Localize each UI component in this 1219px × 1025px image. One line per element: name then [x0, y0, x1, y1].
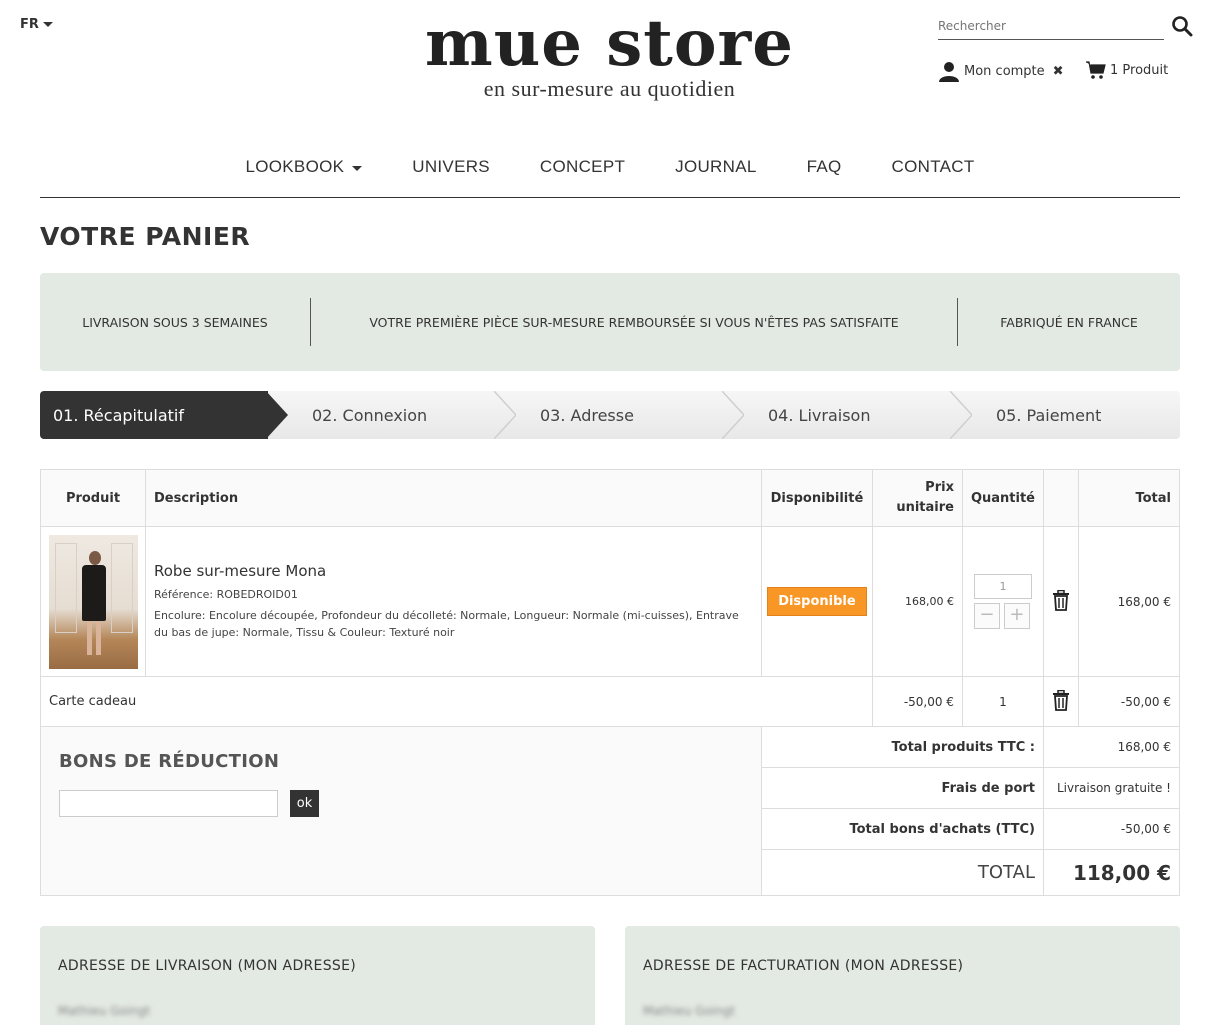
step-shipping[interactable]: 04. Livraison	[724, 391, 972, 439]
header-cart-link[interactable]: 1 Produit	[1086, 60, 1168, 80]
shipping-value: Livraison gratuite !	[1043, 767, 1180, 809]
step-login[interactable]: 02. Connexion	[268, 391, 516, 439]
nav-label: JOURNAL	[675, 157, 757, 176]
col-header-availability: Disponibilité	[760, 469, 873, 527]
search-box	[938, 15, 1164, 40]
voucher-title: BONS DE RÉDUCTION	[59, 751, 280, 772]
billing-address-title: ADRESSE DE FACTURATION (MON ADRESSE)	[643, 958, 964, 974]
gift-unit-price: -50,00 €	[871, 676, 963, 727]
col-header-quantity: Quantité	[961, 469, 1045, 527]
product-image-cell	[40, 526, 146, 677]
quantity-stepper: − +	[973, 574, 1032, 629]
summary-row: BONS DE RÉDUCTION ok Total produits TTC …	[40, 726, 1180, 896]
account-link[interactable]: Mon compte ✖	[938, 60, 1064, 82]
nav-item-contact[interactable]: CONTACT	[867, 150, 1000, 197]
nav-item-journal[interactable]: JOURNAL	[650, 150, 781, 197]
col-header-unit-price-line2: unitaire	[896, 500, 954, 515]
search-icon[interactable]	[1171, 15, 1193, 37]
nav-label: CONTACT	[891, 157, 975, 176]
checkout-steps: 01. Récapitulatif 02. Connexion 03. Adre…	[40, 391, 1180, 439]
total-products-label: Total produits TTC :	[760, 726, 1045, 768]
quantity-input[interactable]	[973, 574, 1032, 599]
cart-table: Produit Description Disponibilité Prix u…	[40, 469, 1180, 896]
product-reference: Référence: ROBEDROID01	[154, 588, 298, 601]
step-label: 02. Connexion	[312, 405, 428, 425]
table-row: Robe sur-mesure Mona Référence: ROBEDROI…	[40, 526, 1180, 677]
grand-total-value: 118,00 €	[1043, 849, 1180, 896]
unit-price: 168,00 €	[871, 526, 963, 677]
reassurance-made-in-france: FABRIQUÉ EN FRANCE	[1000, 314, 1138, 330]
total-products-value: 168,00 €	[1043, 726, 1180, 768]
total-vouchers-label: Total bons d'achats (TTC)	[760, 808, 1045, 850]
col-header-description: Description	[145, 469, 762, 527]
col-header-total: Total	[1078, 469, 1180, 527]
step-label: 05. Paiement	[996, 405, 1102, 425]
step-label: 04. Livraison	[768, 405, 871, 425]
gift-quantity: 1	[961, 676, 1045, 727]
line-total: 168,00 €	[1078, 526, 1180, 677]
nav-item-univers[interactable]: UNIVERS	[387, 150, 515, 197]
nav-item-lookbook[interactable]: LOOKBOOK	[220, 150, 387, 197]
grand-total-label: TOTAL	[760, 849, 1045, 896]
quantity-increase-button[interactable]: +	[1003, 603, 1030, 629]
product-attributes: Encolure: Encolure découpée, Profondeur …	[154, 609, 739, 639]
billing-address-box: ADRESSE DE FACTURATION (MON ADRESSE) Mat…	[625, 926, 1180, 1025]
voucher-submit-button[interactable]: ok	[290, 790, 319, 817]
step-label: 03. Adresse	[540, 405, 634, 425]
trash-icon[interactable]	[1052, 689, 1070, 714]
product-description-cell: Robe sur-mesure Mona Référence: ROBEDROI…	[145, 526, 762, 677]
voucher-section: BONS DE RÉDUCTION ok	[40, 726, 762, 896]
trash-icon[interactable]	[1052, 589, 1070, 614]
nav-label: UNIVERS	[412, 157, 490, 176]
quantity-decrease-button[interactable]: −	[973, 603, 1000, 629]
nav-label: CONCEPT	[539, 157, 626, 176]
chevron-down-icon	[352, 166, 363, 171]
gift-card-label: Carte cadeau	[40, 676, 873, 727]
voucher-form: ok	[59, 790, 743, 817]
voucher-code-input[interactable]	[59, 790, 278, 817]
cart-icon	[1086, 61, 1106, 79]
product-image[interactable]	[48, 534, 138, 669]
total-vouchers-value: -50,00 €	[1043, 808, 1180, 850]
step-address[interactable]: 03. Adresse	[496, 391, 744, 439]
delete-cell	[1043, 526, 1079, 677]
delivery-address-name: Mathieu Goingt	[58, 1004, 151, 1018]
logout-icon[interactable]: ✖	[1053, 64, 1064, 79]
gift-total: -50,00 €	[1078, 676, 1180, 727]
table-row: Carte cadeau -50,00 € 1 -50,00 €	[40, 676, 1180, 727]
col-header-delete	[1043, 469, 1079, 527]
table-header-row: Produit Description Disponibilité Prix u…	[40, 469, 1180, 527]
step-payment[interactable]: 05. Paiement	[952, 391, 1180, 439]
main-nav: LOOKBOOK UNIVERS CONCEPT JOURNAL FAQ CON…	[40, 150, 1180, 198]
col-header-unit-price: Prix unitaire	[871, 469, 963, 527]
step-label: 01. Récapitulatif	[53, 405, 184, 425]
nav-item-concept[interactable]: CONCEPT	[515, 150, 650, 197]
page-title: VOTRE PANIER	[40, 222, 251, 251]
reassurance-refund: VOTRE PREMIÈRE PIÈCE SUR-MESURE REMBOURS…	[369, 314, 899, 330]
step-summary[interactable]: 01. Récapitulatif	[40, 391, 288, 439]
nav-item-faq[interactable]: FAQ	[782, 150, 867, 197]
reassurance-delivery: LIVRAISON SOUS 3 SEMAINES	[82, 314, 268, 330]
availability-cell: Disponible	[760, 526, 873, 677]
cart-count-label: 1 Produit	[1110, 62, 1169, 78]
col-header-unit-price-line1: Prix	[925, 480, 954, 495]
nav-label: LOOKBOOK	[245, 157, 345, 176]
product-name[interactable]: Robe sur-mesure Mona	[154, 562, 753, 580]
delete-cell	[1043, 676, 1079, 727]
quantity-cell: − +	[961, 526, 1045, 677]
shipping-label: Frais de port	[760, 767, 1045, 809]
status-badge: Disponible	[767, 587, 867, 616]
billing-address-name: Mathieu Goingt	[643, 1004, 736, 1018]
reassurance-banner: LIVRAISON SOUS 3 SEMAINES VOTRE PREMIÈRE…	[40, 273, 1180, 371]
col-header-product: Produit	[40, 469, 146, 527]
search-input[interactable]	[938, 15, 1164, 37]
delivery-address-box: ADRESSE DE LIVRAISON (MON ADRESSE) Mathi…	[40, 926, 595, 1025]
account-label: Mon compte	[964, 63, 1045, 79]
delivery-address-title: ADRESSE DE LIVRAISON (MON ADRESSE)	[58, 958, 356, 974]
nav-label: FAQ	[806, 157, 842, 176]
user-icon	[939, 62, 959, 82]
